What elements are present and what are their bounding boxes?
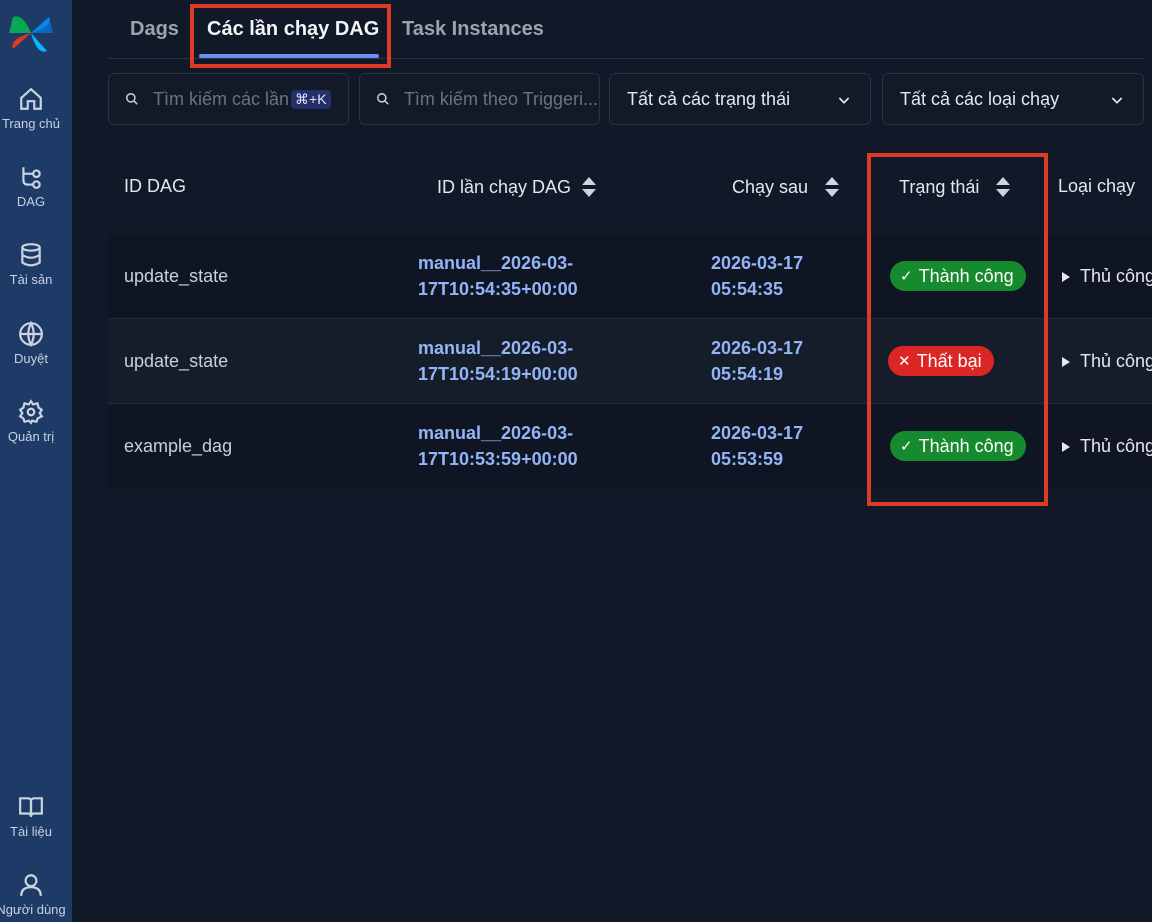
- nav-docs-label: Tài liệu: [10, 824, 52, 839]
- play-icon: [1062, 356, 1070, 367]
- state-select[interactable]: Tất cả các trạng thái: [609, 73, 871, 125]
- play-icon: [1062, 271, 1070, 282]
- column-run-after-label: Chạy sau: [732, 176, 809, 197]
- gear-icon: [18, 399, 44, 425]
- main-content: Dags Các lần chạy DAG Task Instances Tìm…: [72, 0, 1152, 922]
- run-type-select-value: Tất cả các loại chạy: [900, 88, 1060, 109]
- run-type-cell: Thủ công: [1062, 436, 1152, 457]
- check-icon: ✓: [900, 438, 913, 455]
- status-badge-label: Thành công: [918, 435, 1014, 456]
- sort-icon: [996, 177, 1011, 197]
- run-after-date: 2026-03-17: [711, 423, 804, 443]
- nav-admin[interactable]: Quản trị: [0, 399, 62, 444]
- play-icon: [1062, 441, 1070, 452]
- tab-dag-runs[interactable]: Các lần chạy DAG: [207, 18, 379, 41]
- state-select-value: Tất cả các trạng thái: [627, 88, 791, 109]
- run-type-cell: Thủ công: [1062, 266, 1152, 287]
- run-id-line-2: 17T10:53:59+00:00: [418, 449, 578, 469]
- run-after-time: 05:54:19: [711, 364, 784, 384]
- run-id-line-1: manual__2026-03-: [418, 338, 574, 358]
- run-id-line-2: 17T10:54:19+00:00: [418, 364, 578, 384]
- column-run-type-label: Loại chạy: [1058, 176, 1136, 196]
- nav-dag[interactable]: DAG: [0, 164, 62, 209]
- status-badge-label: Thất bại: [916, 350, 982, 371]
- column-run-id-label: ID lần chạy DAG: [437, 176, 572, 197]
- nav-dag-label: DAG: [16, 194, 46, 209]
- status-badge: ✕ Thất bại: [888, 346, 994, 376]
- search-runs-input[interactable]: Tìm kiếm các lần ⌘+K: [108, 73, 349, 125]
- table-row[interactable]: example_dag manual__2026-03- 17T10:53:59…: [108, 404, 1152, 488]
- nav-assets[interactable]: Tài sản: [0, 242, 62, 287]
- book-icon: [19, 797, 43, 817]
- run-after-value: 2026-03-17 05:54:19: [711, 335, 803, 387]
- column-state[interactable]: Trạng thái: [899, 176, 1011, 198]
- run-type-label: Thủ công: [1080, 266, 1152, 286]
- shortcut-badge: ⌘+K: [291, 89, 331, 109]
- tab-dags[interactable]: Dags: [130, 18, 179, 41]
- dag-icon: [22, 167, 41, 189]
- nav-home[interactable]: Trang chủ: [0, 86, 62, 131]
- chevron-down-icon: [1111, 97, 1123, 104]
- database-icon: [21, 243, 41, 267]
- nav-browse-label: Duyệt: [14, 351, 48, 366]
- run-after-date: 2026-03-17: [711, 338, 804, 358]
- column-state-label: Trạng thái: [899, 176, 980, 197]
- run-id-link[interactable]: manual__2026-03- 17T10:54:19+00:00: [418, 335, 578, 387]
- column-run-after[interactable]: Chạy sau: [732, 176, 840, 198]
- nav-home-label: Trang chủ: [1, 116, 61, 131]
- search-runs-placeholder: Tìm kiếm các lần: [153, 88, 290, 109]
- run-id-link[interactable]: manual__2026-03- 17T10:54:35+00:00: [418, 250, 578, 302]
- run-after-date: 2026-03-17: [711, 253, 804, 273]
- table-row[interactable]: update_state manual__2026-03- 17T10:54:3…: [108, 234, 1152, 318]
- run-type-label: Thủ công: [1080, 351, 1152, 371]
- column-dag-id[interactable]: ID DAG: [124, 176, 186, 197]
- status-badge: ✓ Thành công: [890, 261, 1026, 291]
- nav-docs[interactable]: Tài liệu: [0, 794, 62, 839]
- user-icon: [20, 874, 42, 896]
- close-icon: ✕: [898, 353, 911, 370]
- dag-id-link[interactable]: example_dag: [124, 436, 232, 457]
- sort-icon: [825, 177, 840, 197]
- table-row[interactable]: update_state manual__2026-03- 17T10:54:1…: [108, 319, 1152, 403]
- run-id-link[interactable]: manual__2026-03- 17T10:53:59+00:00: [418, 420, 578, 472]
- dag-id-link[interactable]: update_state: [124, 266, 228, 287]
- run-after-time: 05:54:35: [711, 279, 784, 299]
- run-id-line-1: manual__2026-03-: [418, 253, 574, 273]
- globe-icon: [19, 321, 43, 347]
- run-after-value: 2026-03-17 05:54:35: [711, 250, 803, 302]
- run-id-line-2: 17T10:54:35+00:00: [418, 279, 578, 299]
- search-trigger-placeholder: Tìm kiếm theo Triggeri...: [403, 88, 598, 109]
- nav-user[interactable]: Người dùng: [0, 872, 66, 917]
- home-icon: [20, 87, 42, 110]
- column-run-id[interactable]: ID lần chạy DAG: [437, 176, 597, 198]
- chevron-down-icon: [838, 97, 850, 104]
- nav-assets-label: Tài sản: [9, 272, 53, 287]
- tab-task-instances[interactable]: Task Instances: [402, 18, 544, 41]
- tab-bar: Dags Các lần chạy DAG Task Instances: [108, 0, 1144, 59]
- dag-id-link[interactable]: update_state: [124, 351, 228, 372]
- column-run-type[interactable]: Loại chạy: [1058, 176, 1135, 197]
- sort-icon: [582, 177, 597, 197]
- search-icon: [126, 93, 138, 105]
- sidebar: Trang chủ DAG Tài sản Duyệt Quản trị Tài…: [0, 0, 72, 922]
- status-badge-label: Thành công: [918, 265, 1014, 286]
- run-after-value: 2026-03-17 05:53:59: [711, 420, 803, 472]
- active-tab-indicator: [199, 54, 379, 58]
- nav-browse[interactable]: Duyệt: [0, 321, 62, 366]
- nav-admin-label: Quản trị: [7, 429, 55, 444]
- column-dag-id-label: ID DAG: [124, 176, 187, 196]
- airflow-logo-icon[interactable]: [9, 11, 53, 55]
- run-type-cell: Thủ công: [1062, 351, 1152, 372]
- status-badge: ✓ Thành công: [890, 431, 1026, 461]
- run-after-time: 05:53:59: [711, 449, 784, 469]
- check-icon: ✓: [900, 268, 913, 285]
- run-type-label: Thủ công: [1080, 436, 1152, 456]
- search-trigger-input[interactable]: Tìm kiếm theo Triggeri...: [359, 73, 600, 125]
- search-icon: [377, 93, 389, 105]
- run-id-line-1: manual__2026-03-: [418, 423, 574, 443]
- run-type-select[interactable]: Tất cả các loại chạy: [882, 73, 1144, 125]
- nav-user-label: Người dùng: [0, 902, 66, 917]
